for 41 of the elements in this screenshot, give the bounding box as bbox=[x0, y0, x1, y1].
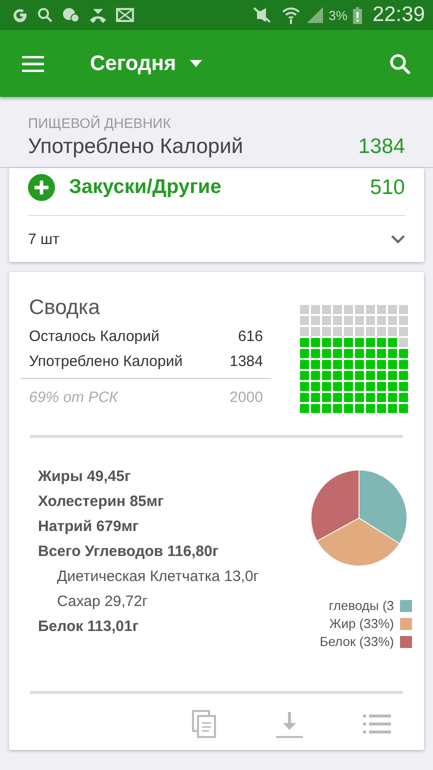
section-label: ПИЩЕВОЙ ДНЕВНИК bbox=[28, 115, 172, 131]
search-icon bbox=[37, 7, 53, 23]
summary-title: Сводка bbox=[28, 296, 101, 320]
nutrient-line: Диетическая Клетчатка 13,0г bbox=[56, 568, 259, 585]
calories-value: 1384 bbox=[358, 135, 405, 159]
clock: 22:39 bbox=[372, 3, 425, 27]
goal-value: 2000 bbox=[230, 389, 263, 406]
nutrient-line: Сахар 29,72г bbox=[56, 593, 149, 610]
summary-value: 616 bbox=[238, 328, 263, 345]
copy-icon[interactable] bbox=[192, 710, 216, 738]
item-count: 7 шт bbox=[28, 230, 60, 248]
battery-icon bbox=[353, 6, 362, 24]
nutrient-line: Белок 113,01г bbox=[38, 618, 140, 635]
legend-label: Жир (33%) bbox=[329, 616, 394, 631]
dropdown-caret-icon[interactable] bbox=[190, 60, 202, 67]
meal-name[interactable]: Закуски/Другие bbox=[69, 176, 222, 199]
mail-icon bbox=[116, 8, 134, 22]
summary-value: 1384 bbox=[230, 353, 263, 370]
google-icon bbox=[12, 7, 28, 23]
menu-icon[interactable] bbox=[22, 56, 44, 72]
calories-label: Употреблено Калорий bbox=[28, 135, 244, 159]
legend-label: Белок (33%) bbox=[320, 634, 394, 649]
summary-label: Употреблено Калорий bbox=[29, 353, 183, 370]
summary-label: Осталось Калорий bbox=[29, 328, 160, 345]
add-icon[interactable] bbox=[28, 174, 55, 201]
search-icon[interactable] bbox=[389, 52, 411, 74]
meal-calories: 510 bbox=[370, 176, 405, 200]
nutrient-line: Натрий 679мг bbox=[38, 518, 140, 535]
wifi-icon bbox=[280, 6, 301, 24]
goal-percent: 69% от РСК bbox=[29, 389, 118, 406]
battery-percent: 3% bbox=[328, 8, 348, 22]
list-icon[interactable] bbox=[363, 714, 391, 734]
missed-call-icon bbox=[89, 7, 107, 23]
expand-chevron-icon[interactable] bbox=[391, 234, 405, 244]
nutrient-line: Всего Углеводов 116,80г bbox=[38, 543, 220, 560]
download-icon[interactable] bbox=[276, 710, 303, 738]
date-title[interactable]: Сегодня bbox=[90, 52, 176, 76]
signal-icon bbox=[306, 7, 323, 23]
nutrient-line: Жиры 49,45г bbox=[38, 468, 132, 485]
nutrient-line: Холестерин 85мг bbox=[38, 493, 165, 510]
legend-label: глеводы (3 bbox=[328, 598, 394, 613]
